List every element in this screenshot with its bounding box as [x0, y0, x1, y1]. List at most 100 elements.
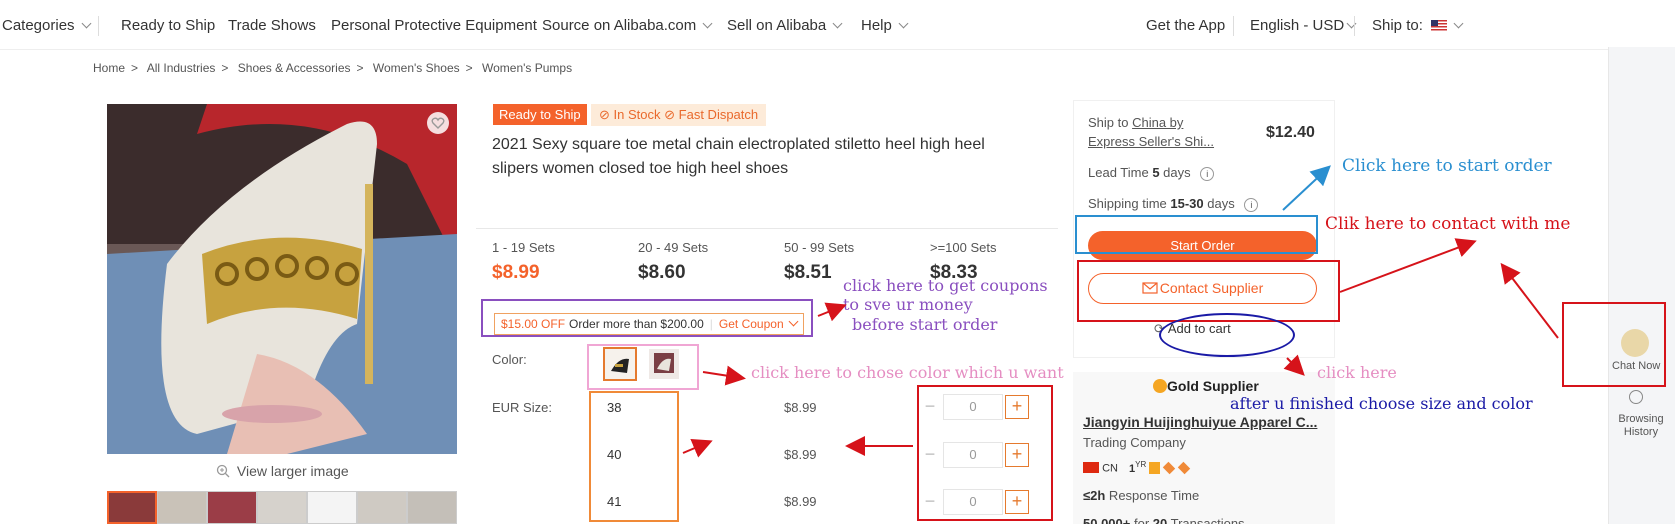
product-photo — [107, 104, 457, 454]
breadcrumb-womens-shoes[interactable]: Women's Shoes — [373, 61, 460, 75]
annotation-start-order: Click here to start order — [1342, 156, 1552, 176]
price-tier: 20 - 49 Sets $8.60 — [638, 240, 708, 284]
thumbnail[interactable] — [307, 491, 357, 524]
gold-medal-icon — [1153, 379, 1167, 393]
annotation-color: click here to chose color which u want — [751, 363, 1064, 382]
annotation-cart-1: click here — [1317, 363, 1397, 382]
tier-price: $8.99 — [492, 262, 540, 283]
gold-supplier-label: Gold Supplier — [1167, 378, 1259, 394]
thumbnail[interactable] — [357, 491, 407, 524]
annotation-box-sizes — [589, 391, 679, 522]
lead-time-value: 5 — [1152, 165, 1160, 180]
ship-to-selector[interactable]: Ship to: — [1372, 17, 1464, 34]
breadcrumb-all-industries[interactable]: All Industries — [147, 61, 216, 75]
breadcrumb-separator: > — [221, 61, 229, 75]
annotation-coupons-1: click here to get coupons — [843, 276, 1048, 295]
view-larger-label: View larger image — [236, 463, 349, 479]
breadcrumb-separator: > — [465, 61, 473, 75]
arrow-chat — [1500, 262, 1559, 339]
shipping-method-link[interactable]: Express Seller's Shi... — [1088, 134, 1214, 149]
tier-range: 1 - 19 Sets — [492, 240, 555, 255]
nav-divider — [1354, 16, 1355, 36]
breadcrumb-womens-pumps[interactable]: Women's Pumps — [482, 61, 572, 75]
thumbnail[interactable] — [257, 491, 307, 524]
chevron-down-icon — [832, 18, 843, 29]
chevron-down-icon — [81, 18, 91, 29]
supplier-name-link[interactable]: Jiangyin Huijinghuiyue Apparel C... — [1083, 414, 1317, 430]
response-time-label: Response Time — [1105, 488, 1200, 503]
supplier-country: CN — [1102, 462, 1118, 475]
annotation-box-contact — [1077, 260, 1340, 322]
history-clock-icon — [1629, 390, 1643, 404]
nav-source[interactable]: Source on Alibaba.com — [542, 17, 713, 34]
check-circle-icon: ⊘ — [599, 107, 610, 122]
thumbnail[interactable] — [207, 491, 257, 524]
zoom-in-icon — [216, 464, 230, 478]
in-stock-label: In Stock — [613, 107, 661, 122]
get-app-link[interactable]: Get the App — [1146, 17, 1225, 34]
main-product-image[interactable] — [107, 104, 457, 454]
supplier-type: Trading Company — [1083, 435, 1186, 450]
chevron-down-icon — [702, 18, 713, 29]
years-unit: YR — [1135, 460, 1147, 469]
info-icon[interactable]: i — [1200, 167, 1215, 181]
nav-help[interactable]: Help — [861, 17, 909, 34]
thumbnail[interactable] — [107, 491, 157, 524]
nav-ppe[interactable]: Personal Protective Equipment — [331, 17, 537, 34]
browsing-history-link[interactable]: Browsing History — [1611, 413, 1671, 439]
lead-time-label: Lead Time — [1088, 165, 1153, 180]
arrow-coupons — [817, 302, 847, 322]
favorite-heart-icon[interactable] — [427, 112, 449, 134]
supplier-badges: CN 1YR — [1083, 460, 1191, 475]
breadcrumb-separator: > — [356, 61, 364, 75]
top-navigation: Categories Ready to Ship Trade Shows Per… — [0, 0, 1675, 50]
nav-trade-shows[interactable]: Trade Shows — [228, 17, 316, 34]
tier-range: 20 - 49 Sets — [638, 240, 709, 255]
breadcrumb-home[interactable]: Home — [93, 61, 125, 75]
shipping-time-unit: days — [1203, 196, 1235, 211]
info-icon[interactable]: i — [1244, 198, 1259, 212]
arrow-cart — [1283, 354, 1305, 376]
transactions-count: 20 — [1152, 516, 1168, 524]
shipping-time-value: 15-30 — [1170, 196, 1204, 211]
arrow-color — [702, 365, 746, 386]
annotation-circle-cart — [1159, 313, 1295, 357]
size-price: $8.99 — [784, 447, 817, 462]
annotation-coupons-3: before start order — [852, 315, 998, 334]
ship-to-prefix: Ship to — [1088, 115, 1133, 130]
nav-divider — [98, 16, 99, 36]
nav-sell-label: Sell on Alibaba — [727, 17, 827, 34]
transactions-suffix: Transactions — [1167, 516, 1245, 524]
categories-menu[interactable]: Categories — [2, 17, 91, 34]
annotation-box-start-order — [1075, 215, 1318, 254]
breadcrumb: Home > All Industries > Shoes & Accessorie… — [93, 61, 578, 75]
nav-sell[interactable]: Sell on Alibaba — [727, 17, 843, 34]
breadcrumb-shoes[interactable]: Shoes & Accessories — [238, 61, 351, 75]
us-flag-icon — [1431, 20, 1448, 31]
view-larger-image-link[interactable]: View larger image — [216, 463, 349, 479]
color-label: Color: — [492, 352, 527, 367]
ship-to-destination-link[interactable]: China by — [1132, 115, 1183, 130]
language-selector[interactable]: English - USD — [1250, 17, 1357, 34]
annotation-coupons-2: to sve ur money — [843, 295, 973, 314]
annotation-box-color — [587, 344, 699, 390]
nav-ready-to-ship[interactable]: Ready to Ship — [121, 17, 215, 34]
thumbnail[interactable] — [157, 491, 207, 524]
cn-flag-icon — [1083, 461, 1099, 473]
size-label: EUR Size: — [492, 400, 552, 415]
ship-to-info: Ship to China by Express Seller's Shi... — [1088, 113, 1214, 151]
size-price: $8.99 — [784, 494, 817, 509]
price-tier: 1 - 19 Sets $8.99 — [492, 240, 555, 284]
nav-source-label: Source on Alibaba.com — [542, 17, 697, 34]
annotation-box-chat — [1562, 302, 1666, 387]
size-price: $8.99 — [784, 400, 817, 415]
chevron-down-icon — [898, 18, 909, 29]
thumbnail[interactable] — [407, 491, 457, 524]
lead-time: Lead Time 5 days i — [1088, 165, 1215, 181]
arrow-sizes — [682, 439, 713, 458]
nav-divider — [1233, 16, 1234, 36]
shipping-price: $12.40 — [1266, 124, 1315, 141]
tier-range: >=100 Sets — [930, 240, 997, 255]
nav-help-label: Help — [861, 17, 892, 34]
annotation-box-quantity — [917, 385, 1053, 521]
